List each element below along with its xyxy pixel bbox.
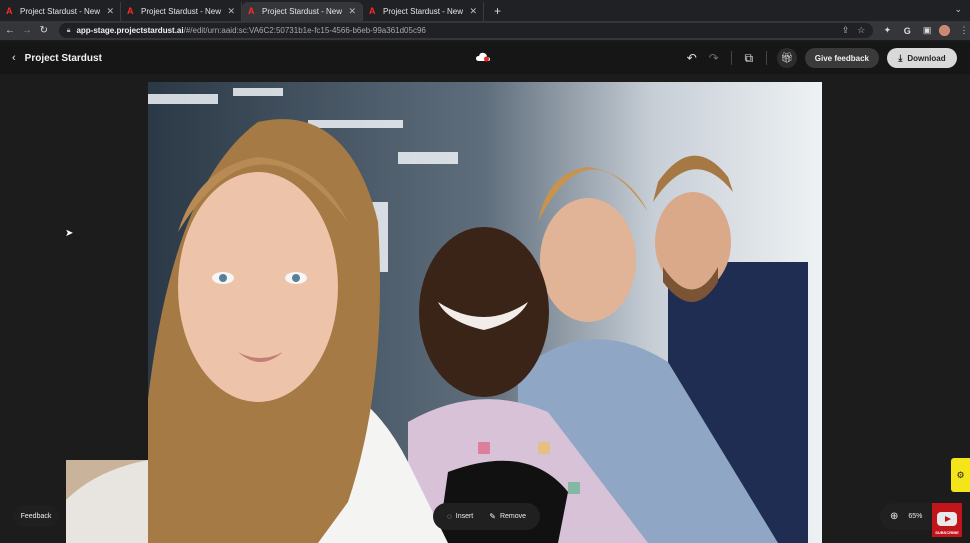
lock-icon[interactable]: 🔒︎	[67, 27, 71, 35]
header-actions: ↶ ↷ ⧉ 🎁︎ Give feedback ⤓ Download	[681, 42, 970, 74]
photo-extension	[66, 460, 148, 543]
bookmark-star-icon[interactable]: ☆	[857, 25, 865, 36]
zoom-icon[interactable]: ⊕	[890, 511, 898, 522]
layers-icon[interactable]: ⧉	[738, 51, 760, 66]
extensions-puzzle-icon[interactable]: ✦	[881, 25, 893, 36]
browser-tab[interactable]: A Project Stardust - New Project ✕	[363, 2, 484, 21]
adobe-icon: A	[6, 6, 13, 16]
url-host: app-stage.projectstardust.ai	[76, 26, 184, 35]
settings-gear-icon[interactable]: ⚙	[951, 458, 970, 492]
address-bar[interactable]: 🔒︎ app-stage.projectstardust.ai /#/edit/…	[58, 23, 874, 38]
forward-arrow-icon[interactable]: →	[20, 25, 34, 36]
give-feedback-button[interactable]: Give feedback	[804, 48, 879, 68]
project-title: Project Stardust	[24, 52, 102, 64]
remove-brush-icon: ✎	[489, 512, 496, 521]
app-window: A Project Stardust - New Project ✕ A Pro…	[0, 0, 970, 543]
tab-title: Project Stardust - New Project	[20, 7, 102, 16]
insert-label: Insert	[455, 513, 474, 520]
tab-title: Project Stardust - New Project	[141, 7, 223, 16]
cloud-sync-icon	[476, 52, 490, 62]
tab-title: Project Stardust - New Project	[383, 7, 465, 16]
tab-search-icon[interactable]: ⌄	[954, 4, 962, 15]
download-button[interactable]: ⤓ Download	[887, 48, 957, 68]
divider	[730, 51, 732, 65]
browser-tab-active[interactable]: A Project Stardust - New Project ✕	[242, 2, 363, 21]
feedback-button[interactable]: Feedback	[13, 505, 59, 527]
app-header: ‹ Project Stardust ↶ ↷ ⧉ 🎁︎ Give feedbac…	[0, 42, 970, 74]
close-icon[interactable]: ✕	[469, 6, 477, 17]
adobe-icon: A	[127, 6, 134, 16]
mouse-cursor-icon: ➤	[65, 228, 74, 239]
browser-tab-strip: A Project Stardust - New Project ✕ A Pro…	[0, 0, 970, 21]
zoom-level: 65%	[908, 513, 923, 520]
tab-title: Project Stardust - New Project	[262, 7, 344, 16]
share-icon[interactable]: ⇪	[842, 25, 850, 36]
download-label: Download	[907, 53, 946, 63]
subscribe-label: SUBSCRIBE	[935, 530, 959, 535]
back-arrow-icon[interactable]: ←	[3, 25, 17, 36]
url-path: /#/edit/urn:aaid:sc:VA6C2:50731b1e-fc15-…	[183, 26, 426, 35]
new-tab-icon[interactable]: +	[494, 2, 501, 21]
zoom-control[interactable]: ⊕ 65%	[880, 503, 932, 530]
insert-button[interactable]: ◌ Insert	[447, 512, 473, 521]
profile-avatar[interactable]	[939, 25, 951, 36]
divider	[765, 51, 767, 65]
browser-toolbar: ← → ↻ 🔒︎ app-stage.projectstardust.ai /#…	[0, 21, 970, 40]
remove-button[interactable]: ✎ Remove	[489, 512, 526, 521]
remove-label: Remove	[499, 513, 527, 520]
browser-tab[interactable]: A Project Stardust - New Project ✕	[0, 2, 121, 21]
edit-toolbar: ◌ Insert ✎ Remove	[433, 503, 540, 530]
redo-icon[interactable]: ↷	[703, 51, 725, 65]
close-icon[interactable]: ✕	[106, 6, 114, 17]
canvas-photo[interactable]	[148, 82, 822, 543]
undo-icon[interactable]: ↶	[681, 51, 703, 65]
youtube-icon	[937, 512, 957, 526]
gift-icon[interactable]: 🎁︎	[776, 48, 797, 68]
menu-kebab-icon[interactable]: ⋮	[958, 25, 970, 36]
back-chevron-icon[interactable]: ‹	[12, 52, 16, 64]
insert-brush-icon: ◌	[446, 512, 452, 521]
sidebar-icon[interactable]: ▣	[921, 25, 933, 36]
download-icon: ⤓	[898, 52, 903, 63]
people-photo-image	[148, 82, 822, 543]
adobe-icon: A	[369, 6, 376, 16]
browser-tab[interactable]: A Project Stardust - New Project ✕	[121, 2, 242, 21]
adobe-icon: A	[248, 6, 255, 16]
close-icon[interactable]: ✕	[348, 6, 356, 17]
close-icon[interactable]: ✕	[227, 6, 235, 17]
reload-icon[interactable]: ↻	[37, 25, 51, 36]
subscribe-badge[interactable]: SUBSCRIBE	[932, 503, 962, 537]
google-icon[interactable]: G	[901, 26, 913, 36]
